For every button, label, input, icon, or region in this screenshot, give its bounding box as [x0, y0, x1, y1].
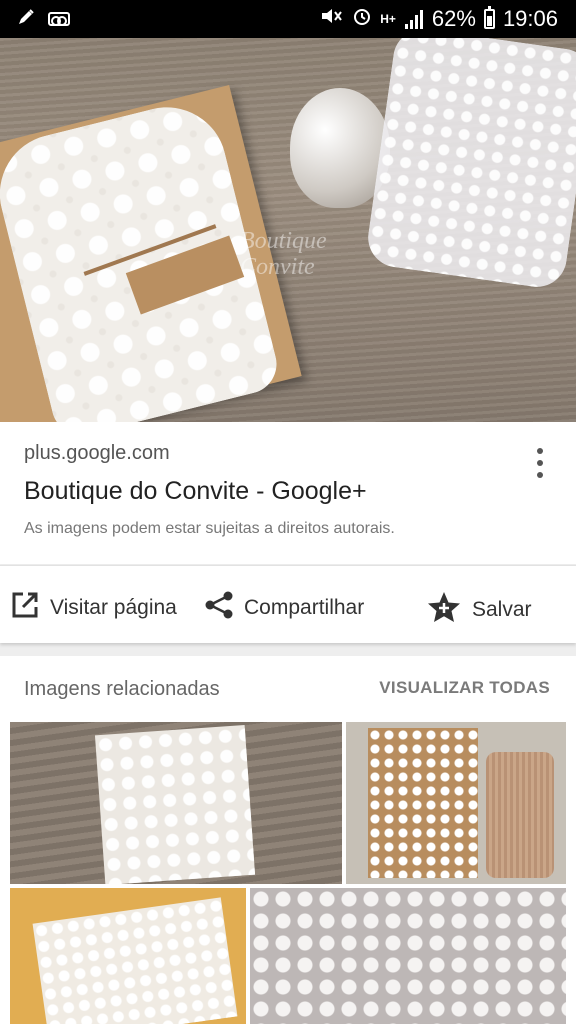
related-image-thumbnail[interactable]	[10, 888, 246, 1024]
open-external-icon	[10, 590, 40, 626]
result-title[interactable]: Boutique do Convite - Google+	[24, 477, 552, 506]
save-label: Salvar	[472, 598, 532, 621]
alarm-icon	[352, 6, 372, 32]
battery-percent: 62%	[431, 6, 476, 31]
lace-ribbon	[364, 38, 576, 291]
action-bar: Visitar página Compartilhar Salvar	[0, 565, 576, 643]
related-image-thumbnail[interactable]	[346, 722, 566, 884]
result-info: plus.google.com Boutique do Convite - Go…	[0, 422, 576, 564]
share-icon	[204, 590, 234, 626]
save-button[interactable]: Salvar	[426, 590, 532, 630]
copyright-notice: As imagens podem estar sujeitas a direit…	[24, 520, 395, 537]
related-image-thumbnail[interactable]	[250, 888, 566, 1024]
related-images-section: Imagens relacionadas VISUALIZAR TODAS	[0, 656, 576, 1024]
related-images-heading: Imagens relacionadas	[24, 678, 220, 700]
share-button[interactable]: Compartilhar	[204, 590, 364, 626]
result-domain[interactable]: plus.google.com	[24, 442, 552, 465]
more-options-icon[interactable]	[534, 448, 546, 478]
image-watermark: Boutique Convite	[240, 228, 327, 281]
main-image[interactable]: Boutique Convite	[0, 38, 576, 422]
voicemail-icon	[48, 12, 70, 26]
signal-icon	[404, 9, 424, 29]
edit-pen-icon	[16, 7, 36, 32]
related-image-thumbnail[interactable]	[10, 722, 342, 884]
visit-page-button[interactable]: Visitar página	[10, 590, 177, 626]
clock: 19:06	[502, 6, 558, 31]
mute-icon	[320, 6, 344, 32]
battery-icon	[483, 6, 495, 29]
share-label: Compartilhar	[244, 596, 365, 619]
network-icon: H+	[380, 12, 396, 26]
star-add-icon	[426, 590, 462, 630]
visit-page-label: Visitar página	[50, 596, 177, 619]
view-all-button[interactable]: VISUALIZAR TODAS	[379, 678, 550, 698]
status-bar: H+ 62% 19:06	[0, 0, 576, 38]
